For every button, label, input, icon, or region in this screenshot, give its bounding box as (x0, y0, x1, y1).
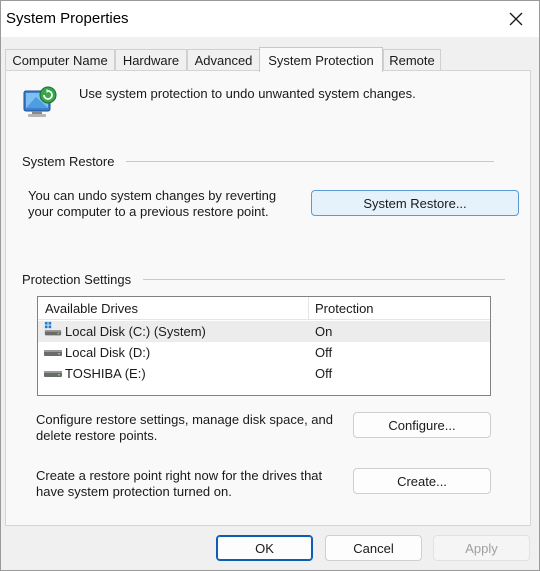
system-drive-icon (44, 321, 62, 336)
create-button[interactable]: Create... (353, 468, 491, 494)
drive-name: Local Disk (D:) (65, 345, 151, 360)
drive-icon (44, 371, 62, 377)
column-separator[interactable] (308, 297, 309, 319)
title-bar: System Properties (1, 1, 539, 37)
create-description-line2: have system protection turned on. (36, 484, 232, 499)
system-restore-button[interactable]: System Restore... (311, 190, 519, 216)
tab-system-protection[interactable]: System Protection (259, 47, 383, 72)
system-restore-heading: System Restore (22, 154, 115, 169)
system-restore-description-line1: You can undo system changes by reverting (28, 188, 277, 203)
drives-list[interactable]: Available Drives Protection Local Disk (… (37, 296, 491, 396)
system-protection-icon (23, 86, 57, 117)
configure-description-line1: Configure restore settings, manage disk … (36, 412, 334, 427)
close-button[interactable] (493, 1, 539, 37)
cancel-button[interactable]: Cancel (325, 535, 422, 561)
protection-settings-divider (143, 279, 505, 280)
configure-button[interactable]: Configure... (353, 412, 491, 438)
drive-protection-status: Off (315, 366, 333, 381)
system-properties-window: System Properties Computer Name Hardware… (0, 0, 540, 571)
protection-settings-heading: Protection Settings (22, 272, 132, 287)
close-icon (509, 12, 523, 26)
create-description-line1: Create a restore point right now for the… (36, 468, 323, 483)
system-restore-divider (126, 161, 494, 162)
tab-advanced[interactable]: Advanced (187, 49, 260, 71)
drives-list-header: Available Drives Protection (38, 297, 490, 320)
drive-row-e[interactable]: TOSHIBA (E:) Off (38, 363, 490, 384)
tab-remote[interactable]: Remote (383, 49, 441, 71)
drive-protection-status: Off (315, 345, 333, 360)
system-protection-panel: Use system protection to undo unwanted s… (5, 70, 531, 526)
column-available-drives[interactable]: Available Drives (45, 301, 138, 316)
drive-name: Local Disk (C:) (System) (65, 324, 206, 339)
tab-computer-name[interactable]: Computer Name (5, 49, 115, 71)
intro-text: Use system protection to undo unwanted s… (79, 86, 416, 101)
drive-name: TOSHIBA (E:) (65, 366, 146, 381)
window-title: System Properties (6, 10, 129, 27)
drive-protection-status: On (315, 324, 333, 339)
configure-description-line2: delete restore points. (36, 428, 158, 443)
ok-button[interactable]: OK (216, 535, 313, 561)
tab-hardware[interactable]: Hardware (115, 49, 187, 71)
column-protection[interactable]: Protection (315, 301, 374, 316)
system-restore-description-line2: your computer to a previous restore poin… (28, 204, 269, 219)
drive-row-c[interactable]: Local Disk (C:) (System) On (38, 321, 490, 342)
apply-button[interactable]: Apply (433, 535, 530, 561)
drive-icon (44, 350, 62, 356)
drive-row-d[interactable]: Local Disk (D:) Off (38, 342, 490, 363)
